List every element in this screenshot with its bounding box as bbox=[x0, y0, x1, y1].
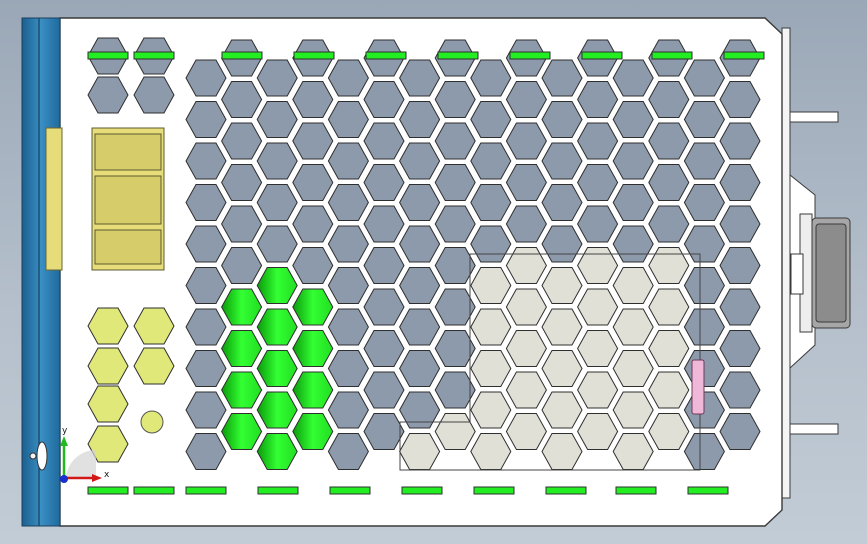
terminal-block[interactable] bbox=[91, 127, 165, 271]
green-strip-top bbox=[87, 51, 129, 60]
pink-marker bbox=[691, 359, 705, 415]
cad-viewport[interactable]: y x bbox=[0, 0, 867, 544]
round-hole bbox=[140, 410, 164, 434]
cad-scene[interactable]: y x bbox=[0, 0, 867, 544]
triad-x-label: x bbox=[104, 470, 110, 480]
green-strip-top bbox=[437, 51, 479, 60]
green-strip-top bbox=[365, 51, 407, 60]
green-strip-top bbox=[221, 51, 263, 60]
green-strip-bottom bbox=[133, 486, 175, 495]
green-strip-top bbox=[509, 51, 551, 60]
green-strip-bottom bbox=[687, 486, 729, 495]
green-strip-bottom bbox=[87, 486, 129, 495]
green-strip-top bbox=[651, 51, 693, 60]
green-strip-top bbox=[581, 51, 623, 60]
triad-y-label: y bbox=[62, 426, 68, 436]
green-strip-bottom bbox=[257, 486, 299, 495]
green-strip-bottom bbox=[615, 486, 657, 495]
green-strip-top bbox=[723, 51, 765, 60]
green-strip-top bbox=[133, 51, 175, 60]
green-strip-bottom bbox=[401, 486, 443, 495]
green-strip-top bbox=[293, 51, 335, 60]
green-strip-bottom bbox=[185, 486, 227, 495]
green-strip-bottom bbox=[329, 486, 371, 495]
green-strip-bottom bbox=[473, 486, 515, 495]
side-connector[interactable] bbox=[781, 27, 851, 499]
green-strip-bottom bbox=[545, 486, 587, 495]
